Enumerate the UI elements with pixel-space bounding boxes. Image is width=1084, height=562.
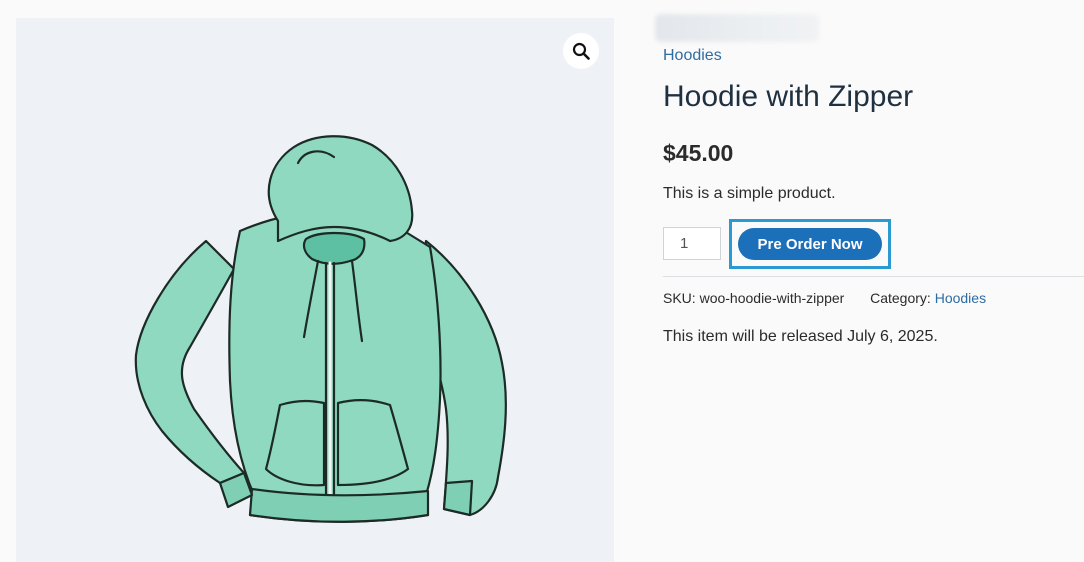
sku-value: woo-hoodie-with-zipper	[699, 290, 845, 306]
quantity-input[interactable]	[663, 227, 721, 260]
short-description: This is a simple product.	[663, 185, 836, 202]
zoom-button[interactable]	[563, 33, 599, 69]
product-summary: Hoodies Hoodie with Zipper $45.00 This i…	[655, 14, 1084, 562]
product-meta: SKU: woo-hoodie-with-zipper Category: Ho…	[663, 290, 986, 306]
category-label: Category:	[870, 290, 931, 306]
hoodie-image[interactable]	[128, 123, 512, 523]
preorder-focus-ring: Pre Order Now	[729, 219, 891, 269]
category-link[interactable]: Hoodies	[663, 47, 722, 65]
product-price: $45.00	[663, 140, 734, 166]
category-meta-link[interactable]: Hoodies	[935, 290, 986, 306]
breadcrumb-placeholder	[655, 14, 819, 42]
meta-divider	[663, 276, 1084, 277]
product-title: Hoodie with Zipper	[663, 80, 914, 113]
product-gallery	[16, 18, 614, 562]
magnifier-icon	[572, 42, 590, 60]
release-note: This item will be released July 6, 2025.	[663, 328, 938, 345]
pre-order-button[interactable]: Pre Order Now	[738, 228, 882, 260]
sku-label: SKU:	[663, 290, 696, 306]
